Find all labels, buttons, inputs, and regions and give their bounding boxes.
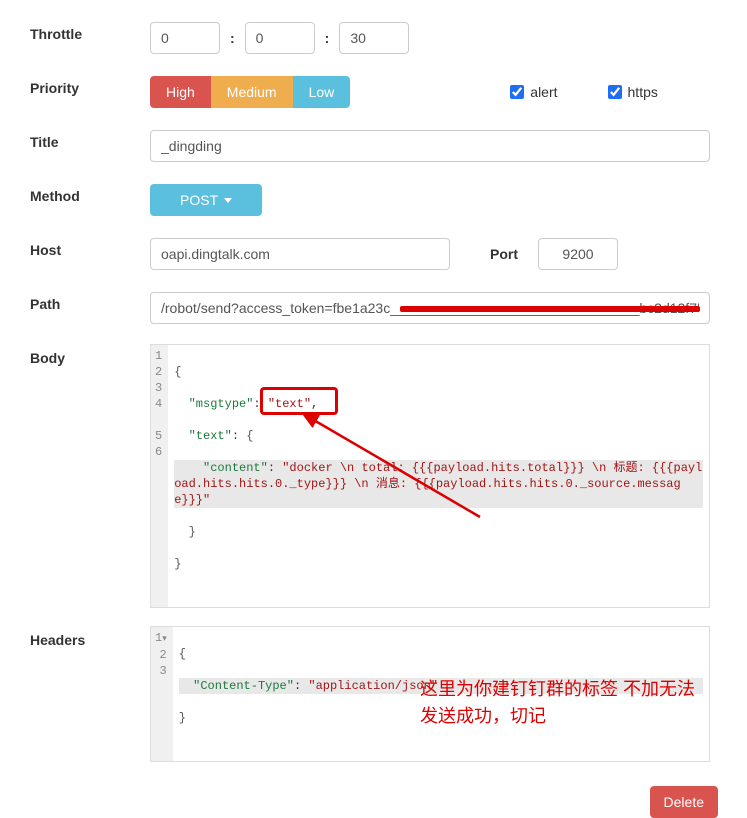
redaction-mark — [400, 306, 700, 312]
headers-content: 1▾23 { "Content-Type": "application/json… — [150, 626, 717, 762]
path-wrapper — [150, 292, 710, 324]
method-content: POST — [150, 184, 717, 216]
headers-row: Headers 1▾23 { "Content-Type": "applicat… — [30, 626, 717, 762]
colon-1: : — [230, 30, 235, 46]
delete-button[interactable]: Delete — [650, 786, 718, 818]
title-input[interactable] — [150, 130, 710, 162]
priority-medium-button[interactable]: Medium — [211, 76, 293, 108]
method-label: Method — [30, 182, 150, 204]
path-content — [150, 292, 717, 324]
headers-label: Headers — [30, 626, 150, 648]
throttle-seconds[interactable] — [339, 22, 409, 54]
title-row: Title — [30, 128, 717, 164]
body-content: 1234 56 { "msgtype": "text", "text": { "… — [150, 344, 717, 608]
throttle-row: Throttle : : — [30, 20, 717, 56]
port-input[interactable] — [538, 238, 618, 270]
path-label: Path — [30, 290, 150, 312]
alert-checkbox-wrap[interactable]: alert — [510, 84, 557, 100]
headers-gutter: 1▾23 — [151, 627, 173, 761]
priority-high-button[interactable]: High — [150, 76, 211, 108]
throttle-hours[interactable] — [150, 22, 220, 54]
colon-2: : — [325, 30, 330, 46]
body-wrap: 1234 56 { "msgtype": "text", "text": { "… — [150, 344, 710, 608]
method-dropdown[interactable]: POST — [150, 184, 262, 216]
https-checkbox-wrap[interactable]: https — [608, 84, 658, 100]
title-label: Title — [30, 128, 150, 150]
title-content — [150, 130, 717, 162]
throttle-content: : : — [150, 22, 717, 54]
headers-wrap: 1▾23 { "Content-Type": "application/json… — [150, 626, 710, 762]
body-gutter: 1234 56 — [151, 345, 168, 607]
host-row: Host Port — [30, 236, 717, 272]
body-label: Body — [30, 344, 150, 366]
priority-content: High Medium Low alert https — [150, 76, 717, 108]
path-row: Path — [30, 290, 717, 326]
alert-checkbox[interactable] — [510, 85, 524, 99]
headers-editor[interactable]: 1▾23 { "Content-Type": "application/json… — [150, 626, 710, 762]
method-value: POST — [180, 192, 218, 208]
alert-checkbox-label: alert — [530, 84, 557, 100]
https-checkbox-label: https — [628, 84, 658, 100]
throttle-minutes[interactable] — [245, 22, 315, 54]
priority-row: Priority High Medium Low alert https — [30, 74, 717, 110]
body-editor[interactable]: 1234 56 { "msgtype": "text", "text": { "… — [150, 344, 710, 608]
priority-low-button[interactable]: Low — [293, 76, 351, 108]
host-content: Port — [150, 238, 717, 270]
headers-code[interactable]: { "Content-Type": "application/json" } — [173, 627, 709, 761]
method-row: Method POST — [30, 182, 717, 218]
throttle-label: Throttle — [30, 20, 150, 42]
body-code[interactable]: { "msgtype": "text", "text": { "content"… — [168, 345, 709, 607]
https-checkbox[interactable] — [608, 85, 622, 99]
body-row: Body 1234 56 { "msgtype": "text", "text"… — [30, 344, 717, 608]
priority-label: Priority — [30, 74, 150, 96]
host-label: Host — [30, 236, 150, 258]
host-input[interactable] — [150, 238, 450, 270]
port-label: Port — [490, 246, 518, 262]
caret-down-icon — [224, 198, 232, 203]
priority-button-group: High Medium Low — [150, 76, 350, 108]
